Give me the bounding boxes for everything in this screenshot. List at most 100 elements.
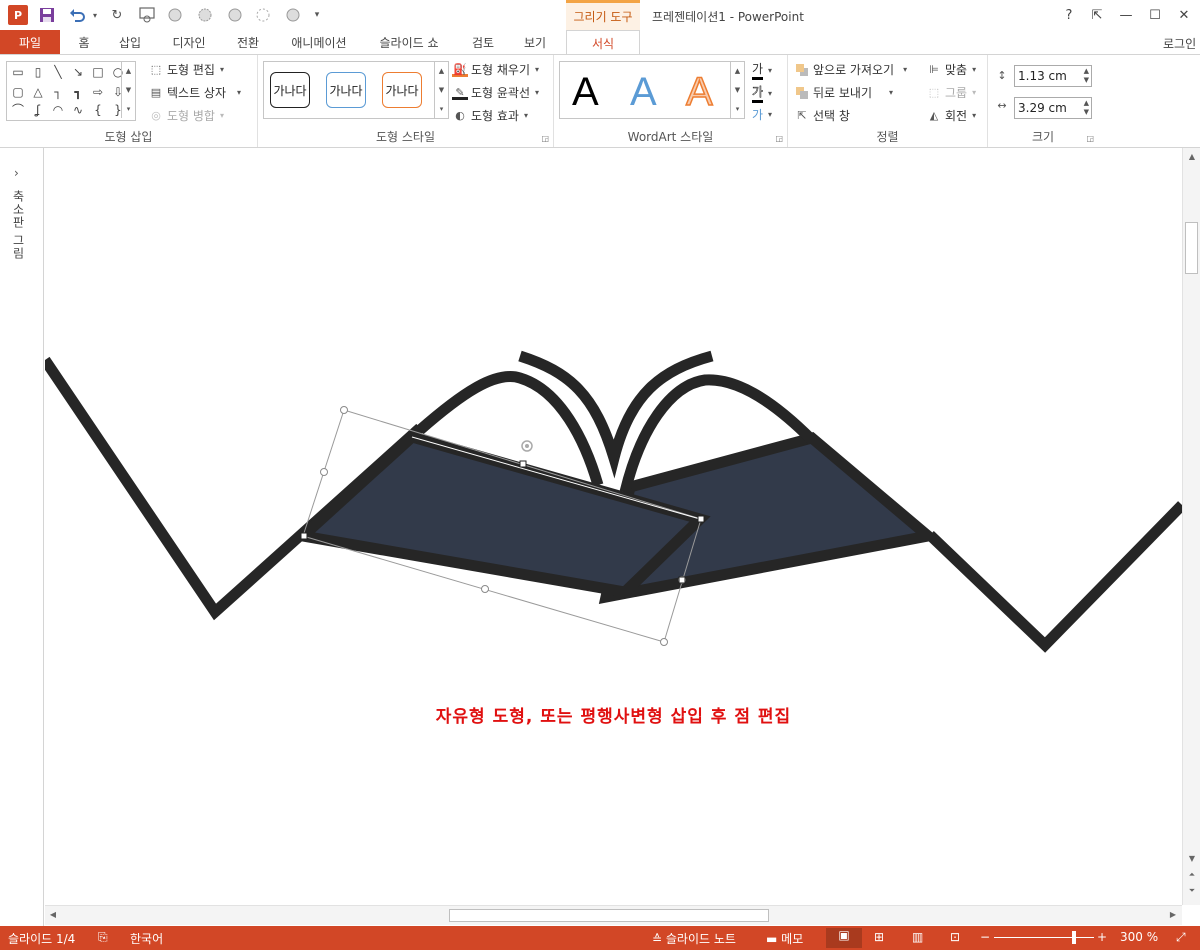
send-backward-button[interactable]: 뒤로 보내기 ▾ xyxy=(794,84,893,101)
textbox-shape-icon[interactable]: ▭ xyxy=(9,64,27,80)
shape-effects-button[interactable]: ◐ 도형 효과 ▾ xyxy=(452,107,528,124)
triangle-shape-icon[interactable]: △ xyxy=(29,84,47,100)
maximize-button[interactable]: ☐ xyxy=(1143,4,1167,26)
left-brace-shape-icon[interactable]: { xyxy=(89,102,107,118)
slideshow-view-icon[interactable]: ⊡ xyxy=(950,930,960,944)
tab-format[interactable]: 서식 xyxy=(566,30,640,55)
close-button[interactable]: ✕ xyxy=(1172,4,1196,26)
shape-icon-1[interactable] xyxy=(166,6,184,24)
horizontal-scroll-thumb[interactable] xyxy=(449,909,769,922)
tab-design[interactable]: 디자인 xyxy=(162,30,216,54)
zoom-level[interactable]: 300 % xyxy=(1120,930,1158,944)
arrow-line-shape-icon[interactable]: ↘ xyxy=(69,64,87,80)
rectangle-shape-icon[interactable]: □ xyxy=(89,64,107,80)
selection-pane-button[interactable]: ⇱ 선택 창 xyxy=(794,107,850,124)
fit-slide-icon[interactable]: ⤢ xyxy=(1176,930,1186,945)
tab-view[interactable]: 보기 xyxy=(514,30,556,54)
merge-shapes-button[interactable]: ◎ 도형 병합 ▾ xyxy=(148,107,224,124)
shapes-gallery[interactable]: ▭ ▯ ╲ ↘ □ ○ ▢ △ ┐ ┓ ⇨ ⇩ ⌒ ʆ ◠ ∿ { } ▲ ▼ ▾ xyxy=(6,61,136,121)
undo-icon[interactable] xyxy=(68,6,86,24)
elbow-connector-shape-icon[interactable]: ┐ xyxy=(49,84,67,100)
style-swatch-blue[interactable]: 가나다 xyxy=(326,72,366,108)
reading-view-icon[interactable]: ▥ xyxy=(912,930,923,944)
scribble-shape-icon[interactable]: ʆ xyxy=(29,102,47,118)
vertical-textbox-shape-icon[interactable]: ▯ xyxy=(29,64,47,80)
redo-icon[interactable]: ↻ xyxy=(108,6,126,24)
undo-dropdown-icon[interactable]: ▾ xyxy=(86,6,104,24)
notes-button[interactable]: ≙ 슬라이드 노트 xyxy=(652,930,736,947)
shape-styles-gallery-scroll[interactable]: ▲ ▼ ▾ xyxy=(434,62,448,118)
zoom-in-button[interactable]: + xyxy=(1097,930,1107,944)
help-button[interactable]: ? xyxy=(1057,4,1081,26)
slide-caption[interactable]: 자유형 도형, 또는 평행사변형 삽입 후 점 편집 xyxy=(45,702,1182,727)
curve-shape-icon[interactable]: ∿ xyxy=(69,102,87,118)
wordart-launcher-icon[interactable]: ◲ xyxy=(775,134,783,143)
style-swatch-orange[interactable]: 가나다 xyxy=(382,72,422,108)
size-launcher-icon[interactable]: ◲ xyxy=(1086,134,1094,143)
rotate-button[interactable]: ◭ 회전 ▾ xyxy=(926,107,976,124)
wordart-gallery[interactable]: A A A ▲ ▼ ▾ xyxy=(559,61,745,119)
scroll-up-icon[interactable]: ▲ xyxy=(1183,152,1200,161)
slideshow-from-start-icon[interactable] xyxy=(138,6,156,24)
vertical-scrollbar[interactable]: ▲ ▼ ⏶ ⏷ xyxy=(1182,148,1200,905)
horizontal-scrollbar[interactable]: ◀ ▶ xyxy=(45,905,1182,925)
line-shape-icon[interactable]: ╲ xyxy=(49,64,67,80)
text-fill-button[interactable]: 가 ▾ xyxy=(752,60,772,80)
text-effects-button[interactable]: 가 ▾ xyxy=(752,106,772,123)
height-spinner[interactable]: ▲ ▼ xyxy=(1084,67,1089,85)
vertical-scroll-thumb[interactable] xyxy=(1185,222,1198,274)
wordart-orange-outline[interactable]: A xyxy=(685,69,713,115)
shape-icon-2[interactable] xyxy=(196,6,214,24)
group-button[interactable]: ⬚ 그룹 ▾ xyxy=(926,84,976,101)
shape-icon-5[interactable] xyxy=(284,6,302,24)
scroll-left-icon[interactable]: ◀ xyxy=(47,910,59,919)
thumbnails-label[interactable]: 축소판 그림 xyxy=(10,190,27,260)
tab-file[interactable]: 파일 xyxy=(0,30,60,54)
normal-view-icon[interactable]: ▣ xyxy=(826,928,862,948)
right-arrow-shape-icon[interactable]: ⇨ xyxy=(89,84,107,100)
tab-slideshow[interactable]: 슬라이드 쇼 xyxy=(368,30,450,54)
slide-sorter-icon[interactable]: ⊞ xyxy=(874,930,884,944)
wordart-gallery-scroll[interactable]: ▲ ▼ ▾ xyxy=(730,62,744,118)
elbow-arrow-shape-icon[interactable]: ┓ xyxy=(69,84,87,100)
powerpoint-logo-icon[interactable]: P xyxy=(8,5,28,25)
left-wing-shape[interactable] xyxy=(290,430,711,598)
shape-outline-button[interactable]: ✎ 도형 윤곽선 ▾ xyxy=(452,84,539,101)
save-icon[interactable] xyxy=(38,6,56,24)
shape-width-field[interactable]: 3.29 cm ▲ ▼ xyxy=(1014,97,1092,119)
slide-canvas[interactable]: 자유형 도형, 또는 평행사변형 삽입 후 점 편집 xyxy=(45,148,1182,905)
shapes-gallery-scroll[interactable]: ▲ ▼ ▾ xyxy=(121,62,135,118)
spell-check-icon[interactable]: ⎘ xyxy=(98,930,108,945)
rotate-handle-icon[interactable] xyxy=(521,440,533,452)
align-button[interactable]: ⊫ 맞춤 ▾ xyxy=(926,61,976,78)
tab-insert[interactable]: 삽입 xyxy=(110,30,150,54)
tab-review[interactable]: 검토 xyxy=(462,30,504,54)
bring-forward-button[interactable]: 앞으로 가져오기 ▾ xyxy=(794,61,907,78)
shape-styles-gallery[interactable]: 가나다 가나다 가나다 ▲ ▼ ▾ xyxy=(263,61,449,119)
shape-fill-button[interactable]: ⛽ 도형 채우기 ▾ xyxy=(452,61,539,78)
scroll-right-icon[interactable]: ▶ xyxy=(1167,910,1179,919)
zoom-slider[interactable] xyxy=(994,937,1094,938)
center-inner-arches[interactable] xyxy=(518,350,714,479)
wordart-black[interactable]: A xyxy=(572,70,599,114)
language-indicator[interactable]: 한국어 xyxy=(130,930,163,947)
scroll-down-icon[interactable]: ▼ xyxy=(1183,854,1200,863)
next-slide-icon[interactable]: ⏷ xyxy=(1183,886,1200,896)
text-outline-button[interactable]: 가 ▾ xyxy=(752,83,772,103)
tab-animations[interactable]: 애니메이션 xyxy=(282,30,356,54)
zoom-out-button[interactable]: − xyxy=(980,930,990,944)
right-zigzag-line[interactable] xyxy=(926,501,1182,653)
shape-styles-launcher-icon[interactable]: ◲ xyxy=(541,134,549,143)
zoom-slider-knob[interactable] xyxy=(1072,931,1076,944)
rounded-rect-shape-icon[interactable]: ▢ xyxy=(9,84,27,100)
shape-icon-4[interactable] xyxy=(254,6,272,24)
login-link[interactable]: 로그인 xyxy=(1163,35,1196,52)
shape-icon-3[interactable] xyxy=(226,6,244,24)
tab-home[interactable]: 홈 xyxy=(66,30,102,54)
width-spinner[interactable]: ▲ ▼ xyxy=(1084,99,1089,117)
text-box-button[interactable]: ▤ 텍스트 상자 ▾ xyxy=(148,84,241,101)
shape-height-field[interactable]: 1.13 cm ▲ ▼ xyxy=(1014,65,1092,87)
minimize-button[interactable]: — xyxy=(1114,4,1138,26)
edit-shape-button[interactable]: ⬚ 도형 편집 ▾ xyxy=(148,61,224,78)
comments-button[interactable]: ▬ 메모 xyxy=(766,930,803,947)
